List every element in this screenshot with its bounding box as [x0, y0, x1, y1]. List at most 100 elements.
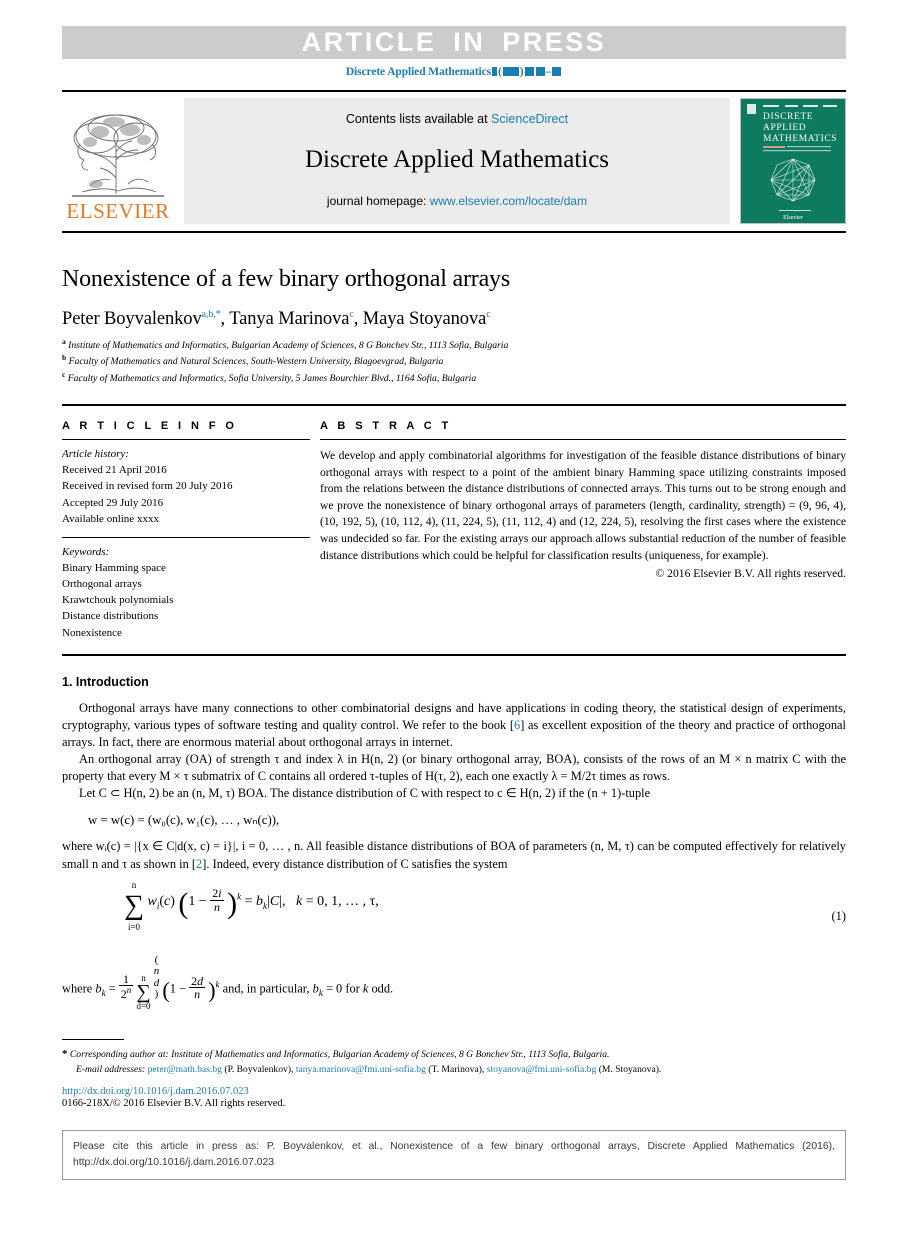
footnote-corresponding-text: Corresponding author at: Institute of Ma… — [69, 1049, 610, 1061]
article-in-press-label: ARTICLE IN PRESS — [301, 27, 607, 57]
abstract-rule — [320, 439, 846, 441]
display-equation-w: w = w(c) = (w₀(c), w₁(c), … , wₙ(c)), — [88, 813, 280, 828]
masthead-bottom-rule — [62, 231, 846, 233]
email-owner-stoyanova: (M. Stoyanova). — [598, 1063, 662, 1075]
footnote-rule — [62, 1039, 124, 1041]
email-link-marinova[interactable]: tanya.marinova@fmi.uni-sofia.bg — [296, 1064, 426, 1075]
author-sep-1: , — [220, 309, 230, 330]
placeholder-block-pageend — [552, 67, 562, 76]
equation-1-number: (1) — [831, 908, 846, 923]
affiliation-c: c Faculty of Mathematics and Informatics… — [62, 370, 846, 386]
affiliation-b-text: Faculty of Mathematics and Natural Scien… — [68, 356, 444, 368]
abstract-label: A B S T R A C T — [320, 420, 452, 433]
email-owner-boyvalenkov: (P. Boyvalenkov), — [224, 1063, 294, 1075]
email-link-stoyanova[interactable]: stoyanova@fmi.uni-sofia.bg — [487, 1064, 597, 1075]
affiliation-list: a Institute of Mathematics and Informati… — [62, 337, 846, 386]
paragraph-intro-2: An orthogonal array (OA) of strength τ a… — [62, 752, 846, 784]
affiliation-b: b Faculty of Mathematics and Natural Sci… — [62, 353, 846, 369]
footnote-emails: E-mail addresses: peter@math.bas.bg (P. … — [76, 1063, 846, 1077]
abstract-column: A B S T R A C T We develop and apply com… — [320, 420, 846, 641]
keyword-item: Krawtchouk polynomials — [62, 594, 174, 607]
keyword-item: Nonexistence — [62, 626, 122, 639]
footnote-block: * Corresponding author at: Institute of … — [62, 1046, 846, 1077]
eq1-b-term: b — [256, 893, 264, 909]
where-tail-1: and, in particular, — [222, 981, 310, 996]
article-history-block: Article history: Received 21 April 2016 … — [62, 446, 310, 527]
article-in-press-banner: ARTICLE IN PRESS — [62, 26, 846, 59]
where-summation-icon: ∑ n d=0 — [136, 973, 151, 1012]
sum-lower-limit: i=0 — [127, 921, 141, 932]
cover-line1: DISCRETE — [763, 112, 813, 122]
affiliation-a: a Institute of Mathematics and Informati… — [62, 337, 846, 353]
author-2-name: Tanya Marinova — [229, 309, 350, 330]
sum-upper-limit: n — [131, 879, 137, 890]
author-3-name: Maya Stoyanova — [362, 309, 487, 330]
eq1-exponent: k — [237, 890, 242, 901]
journal-cover-thumbnail: DISCRETE APPLIED MATHEMATICS Elsevier — [740, 98, 846, 224]
paragraph-intro-3: Let C ⊂ H(n, 2) be an (n, M, τ) BOA. The… — [79, 786, 651, 801]
masthead-top-rule — [62, 90, 846, 92]
eq1-frac-den: n — [213, 899, 220, 914]
footnote-star-icon: * — [62, 1048, 68, 1061]
abstract-text: We develop and apply combinatorial algor… — [320, 449, 846, 562]
paper-page: ARTICLE IN PRESS Discrete Applied Mathem… — [0, 0, 907, 1238]
article-info-label: A R T I C L E I N F O — [62, 420, 238, 433]
journal-cover-artwork-icon: DISCRETE APPLIED MATHEMATICS Elsevier — [741, 99, 845, 223]
keyword-item: Binary Hamming space — [62, 561, 166, 574]
homepage-prefix: journal homepage: — [326, 194, 430, 208]
email-link-boyvalenkov[interactable]: peter@math.bas.bg — [148, 1064, 222, 1075]
summation-icon: ∑ n i=0 — [124, 879, 144, 932]
abstract-bottom-rule — [62, 653, 846, 656]
contents-prefix: Contents lists available at — [345, 112, 492, 126]
eq1-fraction: 2i n — [210, 887, 224, 914]
placeholder-block-year — [502, 67, 519, 76]
history-item: Accepted 29 July 2016 — [62, 496, 164, 509]
running-head-paren-close: ) — [519, 66, 524, 78]
eq1-w-arg: (c) — [159, 893, 175, 909]
running-head-paren-open: ( — [498, 66, 502, 78]
running-head-journal: Discrete Applied Mathematics — [345, 66, 492, 78]
keywords-label: Keywords: — [62, 545, 110, 558]
journal-homepage-link[interactable]: www.elsevier.com/locate/dam — [430, 194, 587, 208]
where-frac-1: 1 2n — [118, 971, 134, 1002]
paragraph-intro-4-b: ]. Indeed, every distance distribution o… — [202, 856, 508, 871]
cover-line3: MATHEMATICS — [763, 134, 837, 144]
page-content: ARTICLE IN PRESS Discrete Applied Mathem… — [62, 0, 846, 1181]
keyword-item: Orthogonal arrays — [62, 578, 142, 591]
contents-list-line: Contents lists available at ScienceDirec… — [346, 112, 568, 126]
section-heading-introduction: 1. Introduction — [62, 674, 149, 689]
article-info-column: A R T I C L E I N F O Article history: R… — [62, 420, 310, 641]
elsevier-wordmark: ELSEVIER — [66, 199, 170, 223]
equation-1-body: ∑ n i=0 wi(c) (1 − 2i n )k = bk|C|, k = 0, … — [124, 879, 379, 932]
placeholder-block-pagestart2 — [535, 67, 545, 76]
author-sep-2: , — [353, 309, 363, 330]
eq1-paren-close: ) — [227, 886, 238, 920]
elsevier-logo: ELSEVIER — [62, 98, 174, 224]
title-bottom-rule — [62, 404, 846, 407]
cite-this-article-box: Please cite this article in press as: P.… — [62, 1130, 846, 1181]
eq1-k-var: k — [296, 893, 303, 909]
abstract-copyright: © 2016 Elsevier B.V. All rights reserved… — [655, 567, 846, 581]
history-item: Available online xxxx — [62, 512, 159, 525]
page-title: Nonexistence of a few binary orthogonal … — [62, 266, 510, 292]
article-info-rule — [62, 439, 310, 441]
journal-band: Contents lists available at ScienceDirec… — [184, 98, 730, 224]
journal-title: Discrete Applied Mathematics — [304, 146, 610, 173]
keywords-block: Keywords: Binary Hamming space Orthogona… — [62, 544, 310, 641]
binomial-coefficient: (n d) — [153, 953, 160, 1001]
elsevier-tree-icon — [72, 114, 164, 197]
equation-1-where-line: where bk = 1 2n ∑ n d=0 (n d) (1 − 2d n )k an… — [62, 953, 394, 1012]
eq1-b-index: k — [263, 900, 268, 911]
where-frac-2: 2d n — [189, 973, 206, 1002]
author-3-affil-marks: c — [486, 309, 491, 320]
eq1-paren-open: ( — [178, 886, 189, 920]
paragraph-intro-4: where wᵢ(c) = |{x ∈ C|d(x, c) = i}|, i =… — [62, 838, 846, 872]
affiliation-c-mark: c — [62, 369, 66, 379]
article-history-label: Article history: — [62, 448, 129, 461]
affiliation-c-text: Faculty of Mathematics and Informatics, … — [67, 372, 477, 384]
running-head: Discrete Applied Mathematics () – — [62, 66, 846, 78]
issn-copyright-line: 0166-218X/© 2016 Elsevier B.V. All right… — [62, 1098, 286, 1110]
running-head-dash: – — [545, 66, 552, 78]
sciencedirect-link[interactable]: ScienceDirect — [491, 112, 568, 126]
doi-link[interactable]: http://dx.doi.org/10.1016/j.dam.2016.07.… — [62, 1086, 846, 1097]
